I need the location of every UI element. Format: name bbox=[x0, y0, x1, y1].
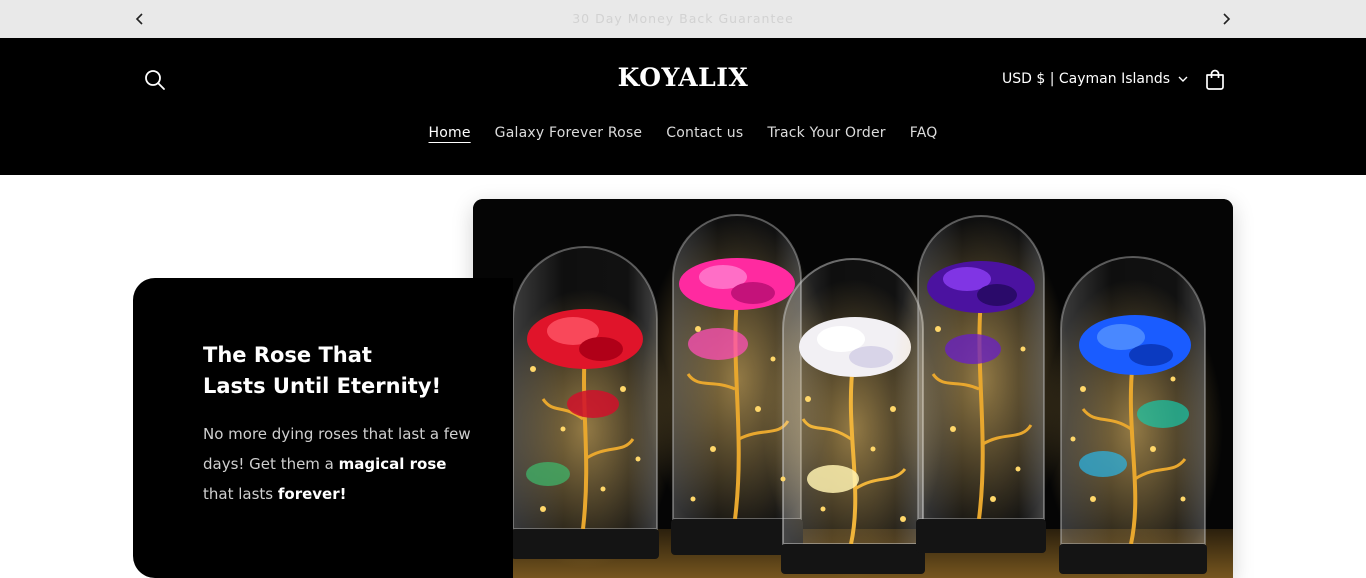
nav-item-galaxy-forever-rose[interactable]: Galaxy Forever Rose bbox=[495, 125, 643, 141]
site-header: KOYALIX USD $ | Cayman Islands Home Gala… bbox=[0, 38, 1366, 175]
hero-title-line1: The Rose That bbox=[203, 343, 372, 367]
hero-body-bold2: forever! bbox=[277, 485, 347, 503]
announcement-bar: 30 Day Money Back Guarantee bbox=[0, 0, 1366, 38]
hero-title: The Rose That Lasts Until Eternity! bbox=[203, 340, 503, 402]
currency-label: USD $ | Cayman Islands bbox=[1002, 71, 1171, 87]
site-logo[interactable]: KOYALIX bbox=[583, 63, 783, 92]
rose-dome-purple bbox=[891, 215, 1071, 553]
rose-dome-blue bbox=[1043, 256, 1223, 578]
nav-item-faq[interactable]: FAQ bbox=[910, 125, 938, 141]
cart-icon[interactable] bbox=[1202, 67, 1228, 93]
hero-body-part2: that lasts bbox=[203, 485, 278, 503]
announcement-text: 30 Day Money Back Guarantee bbox=[572, 11, 794, 26]
hero-text-card: The Rose That Lasts Until Eternity! No m… bbox=[133, 278, 513, 578]
currency-selector[interactable]: USD $ | Cayman Islands bbox=[1002, 71, 1188, 87]
chevron-right-icon[interactable] bbox=[1216, 9, 1236, 29]
hero-title-line2: Lasts Until Eternity! bbox=[203, 374, 442, 398]
chevron-down-icon bbox=[1178, 71, 1188, 87]
nav-item-track-your-order[interactable]: Track Your Order bbox=[767, 125, 885, 141]
search-icon[interactable] bbox=[142, 67, 168, 93]
hero-body-bold1: magical rose bbox=[338, 455, 447, 473]
nav-item-contact-us[interactable]: Contact us bbox=[666, 125, 743, 141]
hero-image bbox=[473, 199, 1233, 578]
nav-item-home[interactable]: Home bbox=[429, 125, 471, 141]
main-nav: Home Galaxy Forever Rose Contact us Trac… bbox=[0, 125, 1366, 141]
hero-description: No more dying roses that last a few days… bbox=[203, 419, 471, 509]
